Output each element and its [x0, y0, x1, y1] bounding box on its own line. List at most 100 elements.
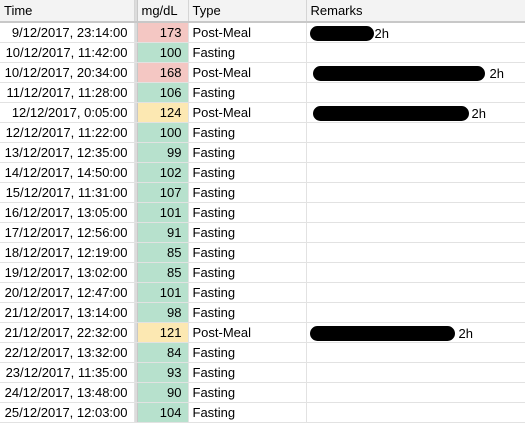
cell-glucose-value[interactable]: 100 [137, 42, 189, 63]
cell-glucose-value[interactable]: 98 [137, 302, 189, 323]
cell-type[interactable]: Post-Meal [188, 22, 307, 43]
cell-type[interactable]: Fasting [188, 202, 307, 223]
cell-type[interactable]: Fasting [188, 162, 307, 183]
cell-remarks[interactable] [306, 162, 525, 183]
remark-text: 2h [374, 26, 389, 41]
cell-time[interactable]: 9/12/2017, 23:14:00 [0, 22, 135, 43]
cell-time[interactable]: 17/12/2017, 12:56:00 [0, 222, 135, 243]
cell-type[interactable]: Post-Meal [188, 62, 307, 83]
cell-glucose-value[interactable]: 85 [137, 262, 189, 283]
cell-remarks[interactable]: 2h [306, 322, 525, 343]
cell-time[interactable]: 20/12/2017, 12:47:00 [0, 282, 135, 303]
cell-remarks[interactable] [306, 402, 525, 423]
header-time[interactable]: Time [0, 0, 135, 23]
cell-time[interactable]: 24/12/2017, 13:48:00 [0, 382, 135, 403]
table-row: 24/12/2017, 13:48:00 90 Fasting [0, 382, 525, 403]
cell-time[interactable]: 22/12/2017, 13:32:00 [0, 342, 135, 363]
table-row: 15/12/2017, 11:31:00 107 Fasting [0, 182, 525, 203]
cell-time[interactable]: 13/12/2017, 12:35:00 [0, 142, 135, 163]
table-row: 23/12/2017, 11:35:00 93 Fasting [0, 362, 525, 383]
cell-time[interactable]: 10/12/2017, 20:34:00 [0, 62, 135, 83]
cell-glucose-value[interactable]: 101 [137, 282, 189, 303]
table-row: 16/12/2017, 13:05:00 101 Fasting [0, 202, 525, 223]
cell-type[interactable]: Fasting [188, 362, 307, 383]
cell-type[interactable]: Fasting [188, 262, 307, 283]
cell-glucose-value[interactable]: 93 [137, 362, 189, 383]
cell-glucose-value[interactable]: 85 [137, 242, 189, 263]
cell-remarks[interactable] [306, 222, 525, 243]
cell-type[interactable]: Fasting [188, 242, 307, 263]
cell-glucose-value[interactable]: 121 [137, 322, 189, 343]
table-row: 12/12/2017, 0:05:00 124 Post-Meal 2h [0, 102, 525, 123]
cell-type[interactable]: Fasting [188, 222, 307, 243]
redaction-mark [309, 325, 455, 341]
header-value[interactable]: mg/dL [137, 0, 189, 23]
cell-time[interactable]: 23/12/2017, 11:35:00 [0, 362, 135, 383]
cell-type[interactable]: Fasting [188, 182, 307, 203]
cell-glucose-value[interactable]: 107 [137, 182, 189, 203]
header-type[interactable]: Type [188, 0, 307, 23]
cell-glucose-value[interactable]: 101 [137, 202, 189, 223]
cell-time[interactable]: 19/12/2017, 13:02:00 [0, 262, 135, 283]
cell-type[interactable]: Fasting [188, 82, 307, 103]
cell-remarks[interactable] [306, 262, 525, 283]
table-row: 10/12/2017, 20:34:00 168 Post-Meal 2h [0, 62, 525, 83]
cell-type[interactable]: Post-Meal [188, 102, 307, 123]
cell-type[interactable]: Fasting [188, 342, 307, 363]
cell-glucose-value[interactable]: 99 [137, 142, 189, 163]
cell-time[interactable]: 21/12/2017, 13:14:00 [0, 302, 135, 323]
cell-remarks[interactable] [306, 202, 525, 223]
cell-time[interactable]: 18/12/2017, 12:19:00 [0, 242, 135, 263]
cell-glucose-value[interactable]: 106 [137, 82, 189, 103]
cell-time[interactable]: 14/12/2017, 14:50:00 [0, 162, 135, 183]
cell-remarks[interactable]: 2h [306, 102, 525, 123]
cell-glucose-value[interactable]: 90 [137, 382, 189, 403]
cell-remarks[interactable]: 2h [306, 62, 525, 83]
cell-remarks[interactable] [306, 342, 525, 363]
cell-type[interactable]: Fasting [188, 282, 307, 303]
table-row: 9/12/2017, 23:14:00 173 Post-Meal 2h [0, 22, 525, 43]
cell-type[interactable]: Fasting [188, 142, 307, 163]
cell-glucose-value[interactable]: 91 [137, 222, 189, 243]
header-remarks[interactable]: Remarks [306, 0, 525, 23]
cell-type[interactable]: Fasting [188, 122, 307, 143]
cell-remarks[interactable] [306, 382, 525, 403]
cell-time[interactable]: 12/12/2017, 0:05:00 [0, 102, 135, 123]
cell-remarks[interactable] [306, 302, 525, 323]
cell-remarks[interactable] [306, 142, 525, 163]
cell-glucose-value[interactable]: 84 [137, 342, 189, 363]
cell-time[interactable]: 21/12/2017, 22:32:00 [0, 322, 135, 343]
cell-remarks[interactable] [306, 42, 525, 63]
cell-glucose-value[interactable]: 102 [137, 162, 189, 183]
remark-text: 2h [471, 105, 486, 121]
cell-remarks[interactable]: 2h [306, 22, 525, 43]
cell-type[interactable]: Post-Meal [188, 322, 307, 343]
cell-time[interactable]: 15/12/2017, 11:31:00 [0, 182, 135, 203]
cell-type[interactable]: Fasting [188, 382, 307, 403]
table-row: 21/12/2017, 13:14:00 98 Fasting [0, 302, 525, 323]
cell-remarks[interactable] [306, 242, 525, 263]
remark-text: 2h [458, 325, 473, 341]
cell-remarks[interactable] [306, 362, 525, 383]
cell-glucose-value[interactable]: 100 [137, 122, 189, 143]
cell-glucose-value[interactable]: 124 [137, 102, 189, 123]
cell-time[interactable]: 25/12/2017, 12:03:00 [0, 402, 135, 423]
cell-glucose-value[interactable]: 173 [137, 22, 189, 43]
table-row: 14/12/2017, 14:50:00 102 Fasting [0, 162, 525, 183]
cell-time[interactable]: 11/12/2017, 11:28:00 [0, 82, 135, 103]
header-row: Time mg/dL Type Remarks [0, 0, 525, 23]
cell-remarks[interactable] [306, 182, 525, 203]
cell-remarks[interactable] [306, 82, 525, 103]
cell-glucose-value[interactable]: 168 [137, 62, 189, 83]
cell-type[interactable]: Fasting [188, 42, 307, 63]
redaction-mark [309, 26, 374, 41]
cell-type[interactable]: Fasting [188, 402, 307, 423]
cell-time[interactable]: 10/12/2017, 11:42:00 [0, 42, 135, 63]
cell-remarks[interactable] [306, 122, 525, 143]
cell-time[interactable]: 16/12/2017, 13:05:00 [0, 202, 135, 223]
cell-time[interactable]: 12/12/2017, 11:22:00 [0, 122, 135, 143]
cell-glucose-value[interactable]: 104 [137, 402, 189, 423]
cell-type[interactable]: Fasting [188, 302, 307, 323]
cell-remarks[interactable] [306, 282, 525, 303]
table-row: 21/12/2017, 22:32:00 121 Post-Meal 2h [0, 322, 525, 343]
